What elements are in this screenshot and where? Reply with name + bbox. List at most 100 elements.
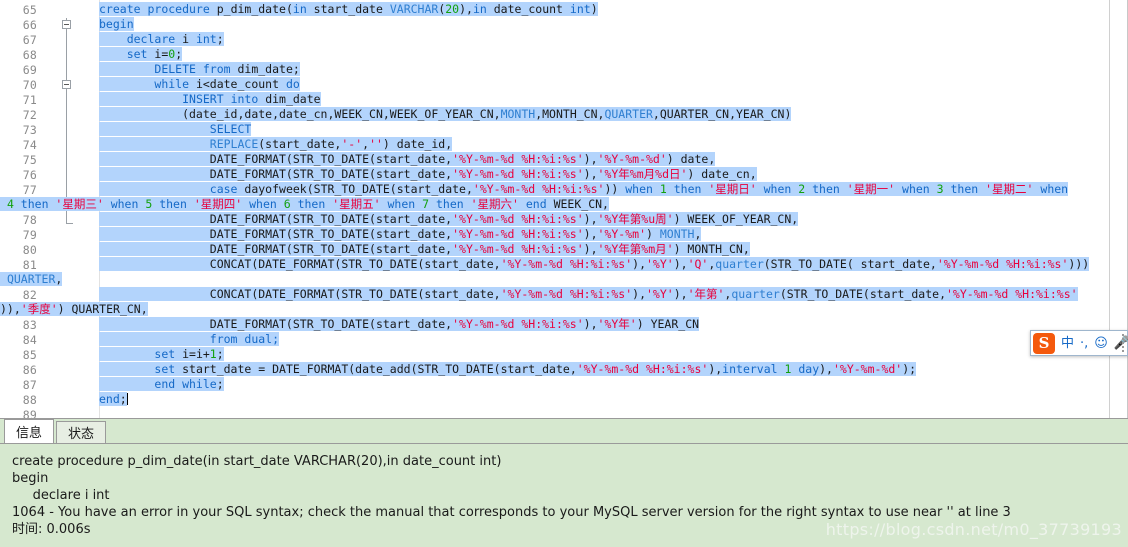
code-line[interactable]: DATE_FORMAT(STR_TO_DATE(start_date,'%Y-%… (99, 242, 750, 257)
selected-text: DATE_FORMAT(STR_TO_DATE(start_date, '%Y-%… (99, 227, 702, 241)
code-line[interactable]: CONCAT(DATE_FORMAT(STR_TO_DATE(start_dat… (99, 257, 1090, 272)
code-line[interactable]: SELECT (99, 122, 252, 137)
code-token: procedure (147, 2, 217, 16)
line-number: 74 (22, 138, 37, 152)
code-token: then (20, 197, 56, 211)
ime-drag-handle[interactable] (1122, 334, 1125, 352)
code-token: SELECT (209, 122, 252, 136)
code-token: '' (369, 137, 383, 151)
line-number: 87 (22, 378, 37, 392)
code-line[interactable]: end while; (99, 377, 224, 392)
sogou-ime-toolbar[interactable]: S 中 ·, ☺ 🎤 (1030, 330, 1128, 356)
line-number: 66 (22, 18, 37, 32)
code-token: '%Y年第%m月' (597, 242, 674, 256)
code-line[interactable]: declare i int; (99, 32, 224, 47)
selected-text: set i=i+1; (99, 347, 224, 361)
line-number: 85 (22, 348, 37, 362)
code-line[interactable]: set i=i+1; (99, 347, 224, 362)
code-line[interactable]: set start_date = DATE_FORMAT(date_add(ST… (99, 362, 917, 377)
result-tabs[interactable]: 信息 状态 (0, 419, 1128, 443)
code-token: ) (590, 2, 598, 16)
code-line[interactable]: DATE_FORMAT(STR_TO_DATE(start_date,'%Y-%… (99, 212, 799, 227)
code-line[interactable]: INSERT into dim_date (99, 92, 321, 107)
code-area[interactable]: create procedure p_dim_date(in start_dat… (0, 0, 1109, 418)
code-token: '%Y-%m' (597, 227, 646, 241)
code-token: 1 (784, 362, 799, 376)
fold-toggle-line-66[interactable] (62, 20, 71, 29)
code-line-wrap[interactable]: 4 then '星期三' when 5 then '星期四' when 6 th… (0, 197, 609, 212)
code-line[interactable] (99, 407, 106, 418)
selected-text: DATE_FORMAT(STR_TO_DATE(start_date,'%Y-%… (99, 152, 716, 166)
code-token: day (798, 362, 820, 376)
code-line[interactable]: while i<date_count do (99, 77, 300, 92)
code-token: ), (583, 152, 598, 166)
code-line[interactable]: DATE_FORMAT(STR_TO_DATE(start_date,'%Y-%… (99, 317, 700, 332)
code-line[interactable]: from dual; (99, 332, 280, 347)
line-number: 72 (22, 108, 37, 122)
result-tab-1[interactable]: 信息 (4, 419, 54, 443)
chinese-mode-icon[interactable]: 中 (1061, 337, 1074, 350)
code-token: dual; (244, 332, 280, 346)
code-line[interactable]: end; (99, 392, 128, 407)
code-token: '%Y-%m-%d %H:%i:%s' (946, 287, 1078, 301)
selected-text: (date_id,date,date_cn,WEEK_CN,WEEK_OF_YE… (99, 107, 792, 121)
sogou-logo-icon[interactable]: S (1033, 332, 1055, 354)
emoji-icon[interactable]: ☺ (1094, 337, 1108, 350)
code-line[interactable]: DATE_FORMAT(STR_TO_DATE(start_date,'%Y-%… (99, 152, 716, 167)
code-token: from (202, 62, 238, 76)
code-token: ), (583, 317, 598, 331)
code-token: when (763, 182, 799, 196)
code-token: create (99, 2, 148, 16)
code-token: QUARTER (604, 107, 653, 121)
code-line[interactable]: (date_id,date,date_cn,WEEK_CN,WEEK_OF_YE… (99, 107, 792, 122)
code-line[interactable]: begin (99, 17, 134, 32)
code-token: when (1040, 182, 1069, 196)
code-token: DATE_FORMAT(STR_TO_DATE(start_date, (99, 167, 453, 181)
code-token: declare (126, 32, 183, 46)
code-line[interactable]: case dayofweek(STR_TO_DATE(start_date,'%… (99, 182, 1069, 197)
code-token: i=i+ (182, 347, 210, 361)
code-line[interactable]: CONCAT(DATE_FORMAT(STR_TO_DATE(start_dat… (99, 287, 1078, 302)
code-line-wrap[interactable]: QUARTER, (0, 272, 63, 287)
code-token: DATE_FORMAT(STR_TO_DATE(start_date, (99, 152, 453, 166)
code-token: '%Y' (646, 257, 674, 271)
code-token: ,MONTH_CN, (535, 107, 605, 121)
code-token: '星期六' (470, 197, 526, 211)
sql-editor[interactable]: 65 66 67 68 69 70 71 72 73 74 75 76 77 78 79 80 81 82 83 84… (0, 0, 1128, 418)
code-line[interactable]: DATE_FORMAT(STR_TO_DATE(start_date, '%Y-%… (99, 227, 702, 242)
code-token: DATE_FORMAT(STR_TO_DATE(start_date, (99, 227, 453, 241)
code-token: start_date (313, 2, 390, 16)
microphone-icon[interactable]: 🎤 (1114, 337, 1128, 350)
selected-text: REPLACE(start_date,'-','') date_id, (99, 137, 453, 151)
code-line[interactable]: create procedure p_dim_date(in start_dat… (99, 2, 598, 17)
result-tab-2[interactable]: 状态 (56, 421, 106, 443)
selected-text: DELETE from dim_date; (99, 62, 300, 76)
code-token: into (230, 92, 266, 106)
code-line-wrap[interactable]: )),'季度') QUARTER_CN, (0, 302, 148, 317)
code-token: 1 (209, 347, 217, 361)
code-line[interactable]: DATE_FORMAT(STR_TO_DATE(start_date,'%Y-%… (99, 167, 757, 182)
code-token: )), (0, 302, 21, 316)
fold-toggle-line-70[interactable] (62, 80, 71, 89)
code-token: ; (175, 47, 183, 61)
code-token: when (387, 197, 423, 211)
code-line[interactable]: set i=0; (99, 47, 183, 62)
code-token: '%Y-%m-%d' (832, 362, 903, 376)
code-token: then (435, 197, 471, 211)
punctuation-icon[interactable]: ·, (1080, 337, 1088, 350)
code-token: ) (646, 227, 660, 241)
selected-text: set start_date = DATE_FORMAT(date_add(ST… (99, 362, 917, 376)
code-token: int (569, 2, 591, 16)
code-token: '%Y年第%u周' (597, 212, 674, 226)
code-token: CONCAT(DATE_FORMAT(STR_TO_DATE(start_dat… (99, 287, 501, 301)
code-token: quarter (715, 257, 764, 271)
code-line[interactable]: REPLACE(start_date,'-','') date_id, (99, 137, 453, 152)
code-line[interactable]: DELETE from dim_date; (99, 62, 300, 77)
line-number: 73 (22, 123, 37, 137)
code-token: when (110, 197, 146, 211)
code-token: ; (216, 32, 224, 46)
